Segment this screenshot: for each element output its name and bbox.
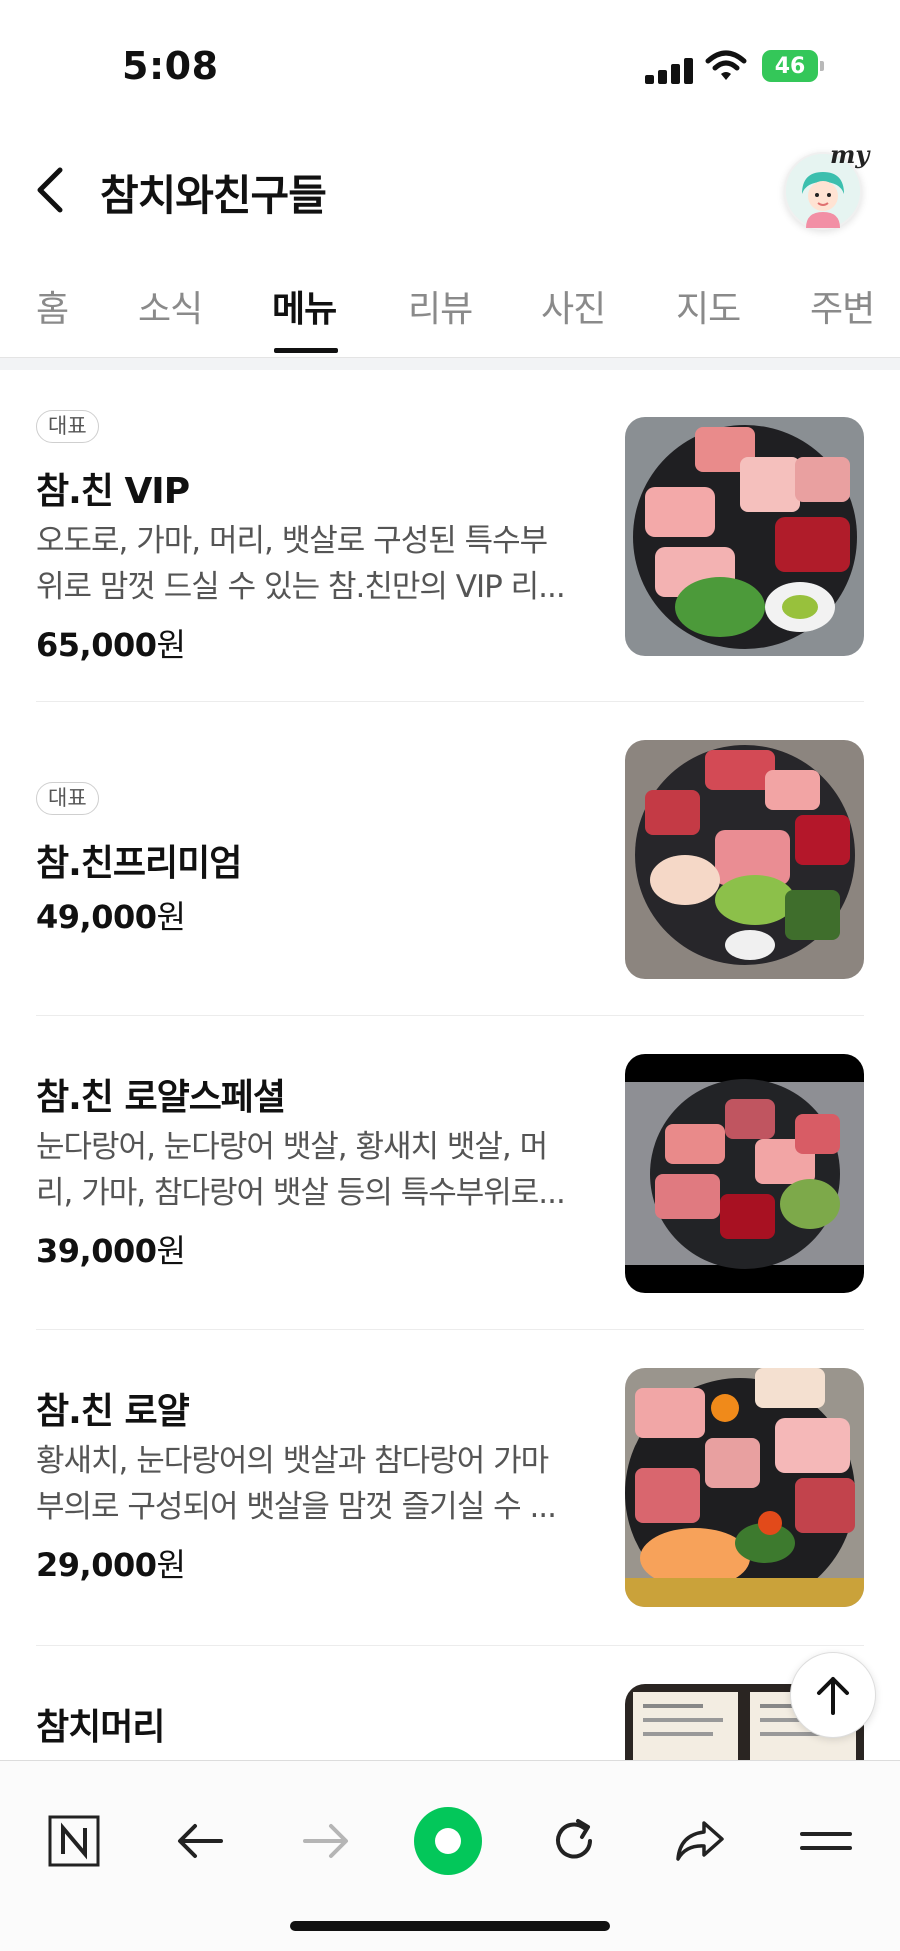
menu-item-price: 49,000원 xyxy=(36,898,186,936)
my-label: my xyxy=(830,140,870,169)
cellular-signal-icon xyxy=(645,58,693,84)
green-dot-home-icon[interactable] xyxy=(410,1803,486,1879)
menu-item[interactable]: 대표 참.친 VIP 오도로, 가마, 머리, 뱃살로 구성된 특수부 위로 맘… xyxy=(36,370,864,702)
page-title: 참치와친구들 xyxy=(100,171,327,220)
signature-badge: 대표 xyxy=(36,782,99,815)
menu-item-name: 참.친프리미엄 xyxy=(36,843,242,884)
menu-item-photo[interactable] xyxy=(625,1054,864,1293)
menu-item-name: 참.친 VIP xyxy=(36,471,190,512)
menu-item-description: 황새치, 눈다랑어의 뱃살과 참다랑어 가마 부의로 구성되어 뱃살을 맘껏 즐… xyxy=(36,1443,557,1525)
reload-icon[interactable] xyxy=(544,1811,604,1871)
menu-item-name: 참.친 로얄스페셜 xyxy=(36,1077,286,1118)
menu-item[interactable]: 참치머리 xyxy=(36,1646,864,1766)
active-tab-indicator xyxy=(274,348,338,353)
menu-item-description: 오도로, 가마, 머리, 뱃살로 구성된 특수부 위로 맘껏 드실 수 있는 참… xyxy=(36,523,566,605)
menu-item[interactable]: 대표 참.친프리미엄 49,000원 xyxy=(36,702,864,1016)
menu-item-name: 참치머리 xyxy=(36,1707,165,1748)
chevron-left-icon xyxy=(37,167,63,213)
tab-home[interactable]: 홈 xyxy=(36,280,69,332)
tab-reviews[interactable]: 리뷰 xyxy=(408,280,473,332)
signature-badge: 대표 xyxy=(36,410,99,443)
menu-item-price: 39,000원 xyxy=(36,1232,186,1270)
tab-map[interactable]: 지도 xyxy=(676,280,741,332)
naver-n-icon[interactable] xyxy=(44,1811,104,1871)
battery-icon: 46 xyxy=(762,50,824,82)
tab-nearby[interactable]: 주변 xyxy=(810,280,875,332)
back-button[interactable] xyxy=(30,164,74,216)
tab-news[interactable]: 소식 xyxy=(138,280,203,332)
header: 참치와친구들 my xyxy=(0,140,900,240)
section-divider xyxy=(0,358,900,370)
menu-item[interactable]: 참.친 로얄 황새치, 눈다랑어의 뱃살과 참다랑어 가마 부의로 구성되어 뱃… xyxy=(36,1330,864,1646)
status-bar: 5:08 46 xyxy=(0,0,900,130)
menu-item-price: 29,000원 xyxy=(36,1546,186,1584)
forward-arrow-icon[interactable] xyxy=(296,1811,356,1871)
status-time: 5:08 xyxy=(122,44,219,88)
menu-icon[interactable] xyxy=(796,1811,856,1871)
battery-level: 46 xyxy=(762,50,818,82)
browser-toolbar xyxy=(0,1760,900,1951)
home-indicator xyxy=(290,1921,610,1931)
scroll-to-top-button[interactable] xyxy=(790,1652,876,1738)
my-avatar-button[interactable]: my xyxy=(784,140,869,230)
menu-item-photo[interactable] xyxy=(625,1368,864,1607)
tab-menu[interactable]: 메뉴 xyxy=(272,280,337,332)
menu-item-price: 65,000원 xyxy=(36,626,186,664)
tab-photos[interactable]: 사진 xyxy=(541,280,606,332)
menu-item-photo[interactable] xyxy=(625,417,864,656)
menu-item-description: 눈다랑어, 눈다랑어 뱃살, 황새치 뱃살, 머 리, 가마, 참다랑어 뱃살 … xyxy=(36,1129,566,1211)
menu-item[interactable]: 참.친 로얄스페셜 눈다랑어, 눈다랑어 뱃살, 황새치 뱃살, 머 리, 가마… xyxy=(36,1016,864,1330)
wifi-icon xyxy=(705,50,747,84)
tab-bar: 홈 소식 메뉴 리뷰 사진 지도 주변 xyxy=(0,262,900,358)
share-icon[interactable] xyxy=(670,1811,730,1871)
menu-item-photo[interactable] xyxy=(625,740,864,979)
menu-item-name: 참.친 로얄 xyxy=(36,1391,190,1432)
back-arrow-icon[interactable] xyxy=(170,1811,230,1871)
arrow-up-icon xyxy=(817,1677,849,1715)
